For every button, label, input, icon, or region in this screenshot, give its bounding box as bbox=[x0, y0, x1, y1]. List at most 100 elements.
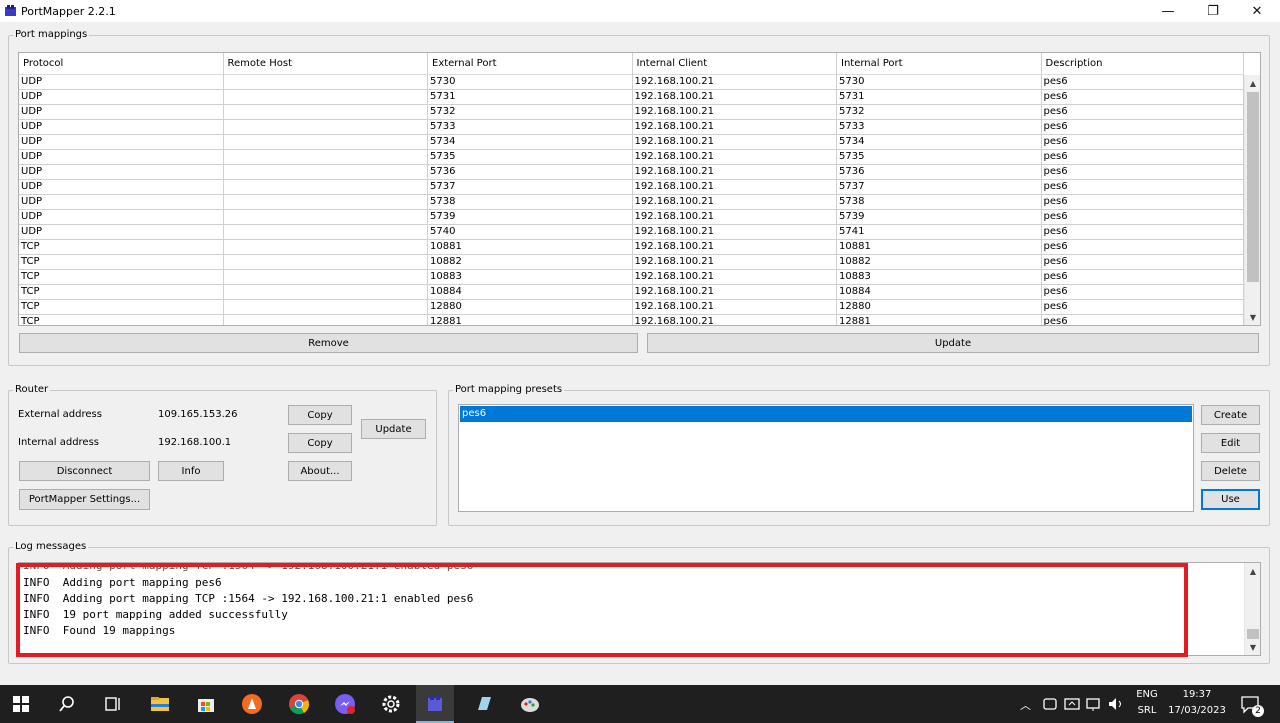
scroll-down-icon[interactable]: ▼ bbox=[1245, 309, 1260, 325]
store-icon[interactable] bbox=[194, 692, 218, 716]
table-cell: 5734 bbox=[428, 135, 633, 150]
network-icon[interactable] bbox=[1084, 692, 1104, 716]
table-row[interactable]: TCP 10883 192.168.100.21 10883 pes6 bbox=[19, 270, 1244, 285]
scrollbar-thumb[interactable] bbox=[1247, 92, 1259, 282]
table-cell: pes6 bbox=[1041, 240, 1244, 255]
clock-date[interactable]: 17/03/2023 bbox=[1168, 705, 1226, 716]
table-cell: 192.168.100.21 bbox=[632, 225, 837, 240]
meet-now-icon[interactable] bbox=[1040, 692, 1060, 716]
search-icon[interactable] bbox=[55, 692, 79, 716]
internal-address-value: 192.168.100.1 bbox=[158, 437, 232, 448]
table-row[interactable]: UDP 5735 192.168.100.21 5735 pes6 bbox=[19, 150, 1244, 165]
maximize-button[interactable]: ❐ bbox=[1193, 0, 1233, 22]
keyboard-layout[interactable]: SRL bbox=[1134, 705, 1160, 716]
use-preset-button[interactable]: Use bbox=[1201, 489, 1260, 510]
table-row[interactable]: UDP 5740 192.168.100.21 5741 pes6 bbox=[19, 225, 1244, 240]
preset-item-pes6[interactable]: pes6 bbox=[460, 406, 1192, 422]
table-row[interactable]: UDP 5730 192.168.100.21 5730 pes6 bbox=[19, 75, 1244, 90]
table-cell: UDP bbox=[19, 180, 224, 195]
table-row[interactable]: UDP 5739 192.168.100.21 5739 pes6 bbox=[19, 210, 1244, 225]
scroll-up-icon[interactable]: ▲ bbox=[1245, 75, 1260, 91]
scroll-down-icon[interactable]: ▼ bbox=[1245, 639, 1260, 655]
input-language[interactable]: ENG bbox=[1134, 689, 1160, 700]
table-cell: 192.168.100.21 bbox=[632, 120, 837, 135]
table-row[interactable]: TCP 12880 192.168.100.21 12880 pes6 bbox=[19, 300, 1244, 315]
portmapper-taskbar-item[interactable] bbox=[416, 685, 454, 723]
column-header-internal-client[interactable]: Internal Client bbox=[633, 53, 837, 75]
table-row[interactable]: UDP 5732 192.168.100.21 5732 pes6 bbox=[19, 105, 1244, 120]
table-cell: 5730 bbox=[428, 75, 633, 90]
table-cell: 5737 bbox=[428, 180, 633, 195]
edit-preset-button[interactable]: Edit bbox=[1201, 433, 1260, 453]
remove-button[interactable]: Remove bbox=[19, 333, 638, 353]
messenger-icon[interactable] bbox=[333, 692, 357, 716]
windows-start-icon[interactable] bbox=[9, 692, 33, 716]
volume-icon[interactable] bbox=[1106, 692, 1126, 716]
table-row[interactable]: UDP 5733 192.168.100.21 5733 pes6 bbox=[19, 120, 1244, 135]
table-cell: pes6 bbox=[1041, 165, 1244, 180]
settings-gear-icon[interactable] bbox=[379, 692, 403, 716]
table-row[interactable]: UDP 5738 192.168.100.21 5738 pes6 bbox=[19, 195, 1244, 210]
table-row[interactable]: UDP 5737 192.168.100.21 5737 pes6 bbox=[19, 180, 1244, 195]
minimize-button[interactable]: — bbox=[1148, 0, 1188, 22]
table-cell: 5732 bbox=[837, 105, 1042, 120]
table-cell: 192.168.100.21 bbox=[632, 165, 837, 180]
scroll-up-icon[interactable]: ▲ bbox=[1245, 563, 1260, 579]
table-row[interactable]: TCP 10882 192.168.100.21 10882 pes6 bbox=[19, 255, 1244, 270]
table-cell: 192.168.100.21 bbox=[632, 210, 837, 225]
info-button[interactable]: Info bbox=[158, 461, 224, 481]
avast-icon[interactable] bbox=[240, 692, 264, 716]
task-view-icon[interactable] bbox=[101, 692, 125, 716]
create-preset-button[interactable]: Create bbox=[1201, 405, 1260, 425]
table-row[interactable]: TCP 12881 192.168.100.21 12881 pes6 bbox=[19, 315, 1244, 325]
about-button[interactable]: About... bbox=[288, 461, 352, 481]
table-cell: pes6 bbox=[1041, 105, 1244, 120]
portmapper-settings-button[interactable]: PortMapper Settings... bbox=[19, 489, 150, 510]
system-tray-app-icon[interactable] bbox=[1062, 692, 1082, 716]
column-header-protocol[interactable]: Protocol bbox=[19, 53, 224, 75]
column-header-internal-port[interactable]: Internal Port bbox=[837, 53, 1042, 75]
column-header-remote-host[interactable]: Remote Host bbox=[224, 53, 428, 75]
close-button[interactable]: ✕ bbox=[1237, 0, 1277, 22]
table-cell bbox=[223, 240, 428, 255]
table-cell: TCP bbox=[19, 255, 224, 270]
table-cell: 10882 bbox=[428, 255, 633, 270]
file-explorer-icon[interactable] bbox=[148, 692, 172, 716]
column-header-external-port[interactable]: External Port bbox=[428, 53, 633, 75]
clock-time[interactable]: 19:37 bbox=[1168, 689, 1226, 700]
log-scrollbar-thumb[interactable] bbox=[1247, 629, 1259, 639]
table-cell: pes6 bbox=[1041, 210, 1244, 225]
delete-preset-button[interactable]: Delete bbox=[1201, 461, 1260, 481]
update-router-button[interactable]: Update bbox=[361, 419, 426, 439]
table-row[interactable]: TCP 10881 192.168.100.21 10881 pes6 bbox=[19, 240, 1244, 255]
disconnect-button[interactable]: Disconnect bbox=[19, 461, 150, 481]
copy-external-button[interactable]: Copy bbox=[288, 405, 352, 425]
log-scrollbar[interactable]: ▲ ▼ bbox=[1244, 563, 1260, 655]
window-title: PortMapper 2.2.1 bbox=[21, 5, 116, 18]
table-cell: 5733 bbox=[837, 120, 1042, 135]
presets-list[interactable]: pes6 bbox=[458, 404, 1194, 512]
chrome-icon[interactable] bbox=[287, 692, 311, 716]
paint-icon[interactable] bbox=[518, 692, 542, 716]
copy-internal-button[interactable]: Copy bbox=[288, 433, 352, 453]
table-scrollbar[interactable]: ▲ ▼ bbox=[1244, 75, 1260, 325]
update-mappings-button[interactable]: Update bbox=[647, 333, 1259, 353]
table-cell: UDP bbox=[19, 165, 224, 180]
show-hidden-icons-icon[interactable]: ︿ bbox=[1020, 697, 1031, 713]
remote-desktop-icon[interactable] bbox=[472, 692, 496, 716]
table-row[interactable]: UDP 5731 192.168.100.21 5731 pes6 bbox=[19, 90, 1244, 105]
table-cell: 192.168.100.21 bbox=[632, 270, 837, 285]
table-row[interactable]: UDP 5736 192.168.100.21 5736 pes6 bbox=[19, 165, 1244, 180]
table-cell: pes6 bbox=[1041, 255, 1244, 270]
table-row[interactable]: UDP 5734 192.168.100.21 5734 pes6 bbox=[19, 135, 1244, 150]
table-cell bbox=[223, 225, 428, 240]
table-cell: pes6 bbox=[1042, 315, 1244, 325]
port-mappings-table[interactable]: Protocol Remote Host External Port Inter… bbox=[18, 52, 1261, 326]
presets-label: Port mapping presets bbox=[453, 384, 565, 396]
column-header-description[interactable]: Description bbox=[1042, 53, 1244, 75]
table-row[interactable]: TCP 10884 192.168.100.21 10884 pes6 bbox=[19, 285, 1244, 300]
table-cell: 192.168.100.21 bbox=[632, 300, 837, 315]
table-cell: 10883 bbox=[428, 270, 633, 285]
internal-address-label: Internal address bbox=[18, 437, 100, 448]
portmapper-app-icon bbox=[5, 5, 16, 16]
